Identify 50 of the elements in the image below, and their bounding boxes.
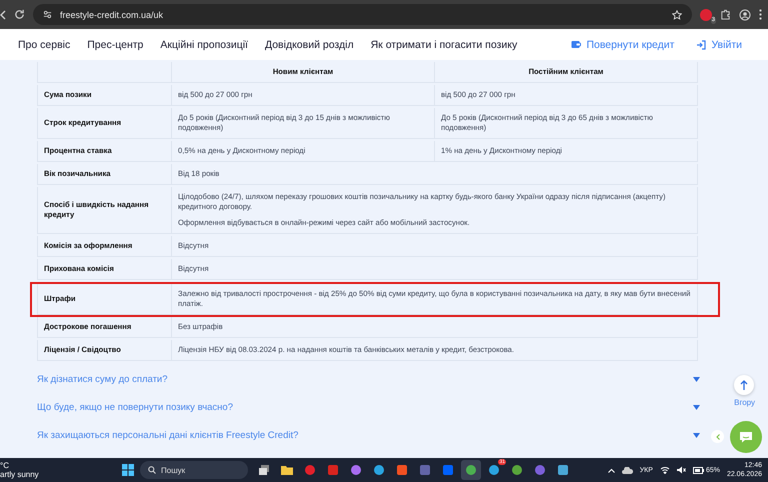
url-text: freestyle-credit.com.ua/uk <box>60 10 164 20</box>
chevron-left-icon <box>716 434 720 440</box>
nav-link[interactable]: Акційні пропозиції <box>160 38 248 50</box>
weather-temperature: °C <box>0 461 10 470</box>
reload-icon[interactable] <box>14 9 25 20</box>
wifi-icon[interactable] <box>660 466 670 474</box>
nav-link[interactable]: Довідковий розділ <box>264 38 354 50</box>
repay-credit-link[interactable]: Повернути кредит <box>571 38 674 50</box>
nav-link[interactable]: Як отримати і погасити позику <box>370 38 518 50</box>
app-icon <box>488 464 500 476</box>
scroll-top-button[interactable] <box>734 375 754 395</box>
nav-link[interactable]: Прес-центр <box>87 38 144 50</box>
chevron-up-icon[interactable] <box>608 468 615 472</box>
search-icon <box>148 466 156 474</box>
app-icon <box>419 464 431 476</box>
menu-icon[interactable] <box>759 9 762 20</box>
back-icon[interactable] <box>0 10 6 20</box>
taskbar-search-field[interactable]: Пошук <box>140 461 248 479</box>
puzzle-icon[interactable] <box>720 9 731 20</box>
arrow-up-icon <box>740 380 748 390</box>
caret-icon <box>693 432 700 438</box>
address-bar[interactable]: freestyle-credit.com.ua/uk <box>33 4 692 25</box>
login-icon <box>696 40 706 50</box>
app-icon <box>557 464 569 476</box>
app-icon <box>511 464 523 476</box>
speaker-icon[interactable] <box>676 466 686 474</box>
nav-link[interactable]: Про сервіс <box>18 38 70 50</box>
battery-icon <box>692 466 704 474</box>
scroll-top-label: Вгору <box>734 398 755 407</box>
windows-start-icon[interactable] <box>122 464 134 476</box>
app-icon <box>442 464 454 476</box>
site-settings-icon[interactable] <box>43 10 52 19</box>
app-icon <box>465 464 477 476</box>
caret-icon <box>693 376 700 382</box>
app-icon <box>396 464 408 476</box>
folder-icon <box>281 464 293 476</box>
app-icon <box>350 464 362 476</box>
weather-text: artly sunny <box>0 470 40 479</box>
login-link[interactable]: Увійти <box>696 38 768 50</box>
app-icon <box>373 464 385 476</box>
chat-icon <box>739 431 753 443</box>
app-icon <box>534 464 546 476</box>
app-icon <box>327 464 339 476</box>
star-icon[interactable] <box>672 10 682 20</box>
windows-icon <box>258 464 270 476</box>
caret-icon <box>693 404 700 410</box>
cloud-icon[interactable] <box>622 466 633 474</box>
app-icon <box>304 464 316 476</box>
wallet-icon <box>571 40 582 49</box>
profile-icon[interactable] <box>739 8 751 20</box>
